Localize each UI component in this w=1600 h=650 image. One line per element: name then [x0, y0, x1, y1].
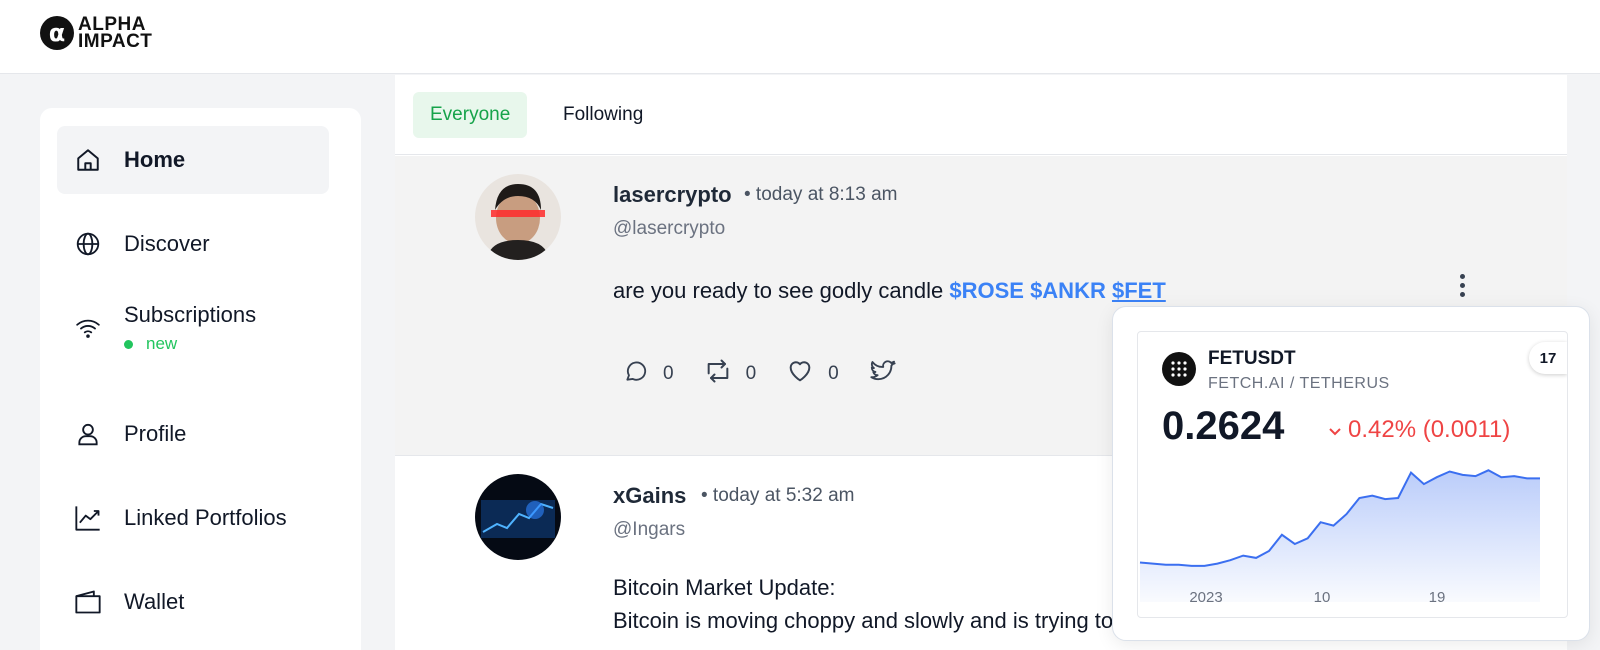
ticker-link-rose[interactable]: $ROSE	[949, 278, 1024, 303]
price-chart: 2023 10 19	[1139, 469, 1540, 606]
alpha-logo-icon: α	[40, 16, 74, 50]
tradingview-logo-icon[interactable]: 17	[1529, 342, 1567, 374]
tradingview-widget[interactable]: FETUSDT FETCH.AI / TETHERUS 17 0.2624 0.…	[1137, 331, 1568, 618]
ticker-symbol: FETUSDT	[1208, 348, 1296, 369]
x-tick-label: 2023	[1189, 589, 1222, 606]
sidebar-item-label: Home	[124, 147, 186, 172]
ticker-price: 0.2624	[1162, 404, 1285, 448]
sidebar-item-label: Discover	[124, 231, 210, 256]
sidebar-item-home[interactable]: Home	[57, 126, 329, 194]
share-twitter-button[interactable]	[869, 357, 897, 390]
repost-button[interactable]: 0	[704, 357, 757, 390]
post-author-handle[interactable]: @lasercrypto	[613, 218, 725, 240]
logo[interactable]: α ALPHA IMPACT	[40, 15, 153, 52]
post-actions: 0 0 0	[623, 357, 927, 390]
sidebar-item-label: Subscriptions	[124, 302, 257, 327]
repost-icon	[704, 357, 732, 390]
more-options-icon[interactable]	[1452, 271, 1472, 299]
sidebar-item-label: Profile	[124, 421, 187, 446]
x-tick-label: 19	[1429, 589, 1446, 606]
ticker-link-ankr[interactable]: $ANKR	[1030, 278, 1106, 303]
post-author-name[interactable]: lasercrypto	[613, 182, 732, 208]
tab-everyone[interactable]: Everyone	[413, 92, 528, 138]
twitter-icon	[869, 357, 897, 390]
post-body: Bitcoin Market Update: Bitcoin is moving…	[613, 571, 1113, 637]
sidebar-item-label: Wallet	[124, 589, 185, 614]
fetch-ai-coin-icon	[1162, 352, 1196, 386]
sidebar-item-label: Linked Portfolios	[124, 505, 287, 530]
ticker-change: 0.42% (0.0011)	[1328, 416, 1510, 444]
sidebar-item-linked-portfolios[interactable]: Linked Portfolios	[57, 484, 329, 552]
feed-tabs: Everyone Following	[395, 75, 1567, 155]
user-icon	[74, 420, 102, 448]
post-author-name[interactable]: xGains	[613, 483, 686, 509]
ticker-pair: FETCH.AI / TETHERUS	[1208, 375, 1390, 392]
heart-icon	[786, 357, 814, 390]
repost-count: 0	[745, 362, 757, 384]
home-icon	[74, 146, 102, 174]
comment-count: 0	[663, 362, 674, 384]
x-tick-label: 10	[1314, 589, 1331, 606]
globe-icon	[74, 230, 102, 258]
avatar[interactable]	[475, 474, 561, 560]
logo-line-2: IMPACT	[78, 31, 153, 52]
ticker-change-value: 0.42% (0.0011)	[1348, 416, 1511, 443]
ticker-link-fet[interactable]: $FET	[1112, 278, 1166, 303]
logo-text: ALPHA IMPACT	[78, 15, 153, 52]
post-text: are you ready to see godly candle	[613, 278, 944, 303]
top-bar: α ALPHA IMPACT	[0, 0, 1600, 74]
tab-following[interactable]: Following	[546, 92, 660, 138]
avatar[interactable]	[475, 174, 561, 260]
post-timestamp: • today at 5:32 am	[701, 485, 855, 506]
ticker-popup: FETUSDT FETCH.AI / TETHERUS 17 0.2624 0.…	[1112, 306, 1590, 641]
wifi-icon	[74, 314, 102, 342]
new-badge: new	[124, 334, 256, 354]
chart-trend-icon	[74, 504, 102, 532]
sidebar-item-profile[interactable]: Profile	[57, 400, 329, 468]
post-body: are you ready to see godly candle $ROSE …	[613, 274, 1166, 307]
status-dot	[124, 339, 133, 349]
like-count: 0	[828, 362, 839, 384]
wallet-icon	[74, 588, 102, 616]
sidebar-item-wallet[interactable]: Wallet	[57, 568, 329, 636]
chevron-down-icon	[1328, 416, 1342, 444]
comment-icon	[623, 358, 649, 389]
new-badge-label: new	[146, 334, 178, 353]
post-author-handle[interactable]: @Ingars	[613, 519, 685, 541]
sidebar-item-subscriptions[interactable]: Subscriptions new	[57, 294, 329, 362]
comment-button[interactable]: 0	[623, 358, 674, 389]
post-timestamp: • today at 8:13 am	[744, 184, 898, 205]
post-text-line: Bitcoin is moving choppy and slowly and …	[613, 608, 1114, 633]
sidebar-item-discover[interactable]: Discover	[57, 210, 329, 278]
like-button[interactable]: 0	[786, 357, 839, 390]
post-text-line: Bitcoin Market Update:	[613, 575, 836, 600]
chart-area	[1140, 470, 1540, 602]
sidebar: Home Discover Subscriptions new Profile …	[40, 108, 361, 650]
